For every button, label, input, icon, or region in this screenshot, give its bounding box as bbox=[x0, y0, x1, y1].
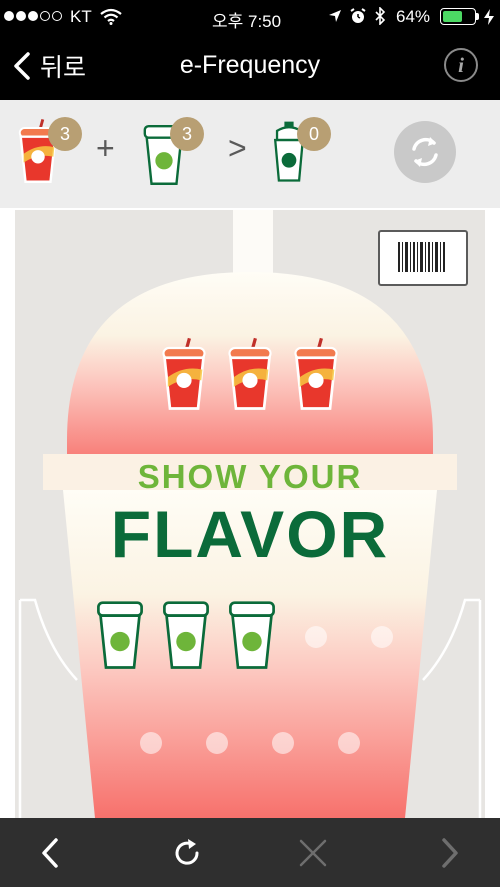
seasonal-stamp-icon bbox=[157, 330, 211, 420]
browser-toolbar bbox=[0, 818, 500, 887]
signal-dot-icon bbox=[16, 11, 26, 21]
seasonal-count-badge: 3 bbox=[48, 117, 82, 151]
progress-summary: 3 + 3 > 0 bbox=[0, 100, 500, 208]
refresh-button[interactable] bbox=[394, 121, 456, 183]
toolbar-forward-button[interactable] bbox=[415, 818, 485, 887]
regular-count-badge: 3 bbox=[170, 117, 204, 151]
empty-stamp-slot bbox=[305, 626, 327, 648]
toolbar-reload-button[interactable] bbox=[152, 818, 222, 887]
battery-icon bbox=[440, 8, 476, 25]
signal-dot-empty-icon bbox=[52, 11, 62, 21]
headline-show-your: SHOW YOUR bbox=[137, 458, 363, 495]
signal-dot-icon bbox=[4, 11, 14, 21]
carrier-label: KT bbox=[70, 7, 92, 26]
empty-stamp-slot bbox=[140, 732, 162, 754]
info-button[interactable]: i bbox=[444, 48, 478, 82]
signal-dot-empty-icon bbox=[40, 11, 50, 21]
barcode-button[interactable] bbox=[378, 230, 468, 286]
battery-percent: 64% bbox=[396, 7, 431, 26]
toolbar-stop-button[interactable] bbox=[278, 818, 348, 887]
reward-count-badge: 0 bbox=[297, 117, 331, 151]
location-arrow-icon bbox=[329, 10, 341, 22]
seasonal-stamp-icon bbox=[223, 330, 277, 420]
clock-time: 오후 7:50 bbox=[212, 12, 282, 31]
empty-stamp-slot bbox=[338, 732, 360, 754]
forward-arrow-icon bbox=[442, 837, 458, 868]
close-icon bbox=[299, 839, 327, 866]
battery-level-fill bbox=[443, 11, 462, 22]
signal-dot-icon bbox=[28, 11, 38, 21]
seasonal-stamp-icon bbox=[289, 330, 343, 420]
charging-bolt-icon bbox=[484, 9, 494, 25]
status-bar: KT 오후 7:50 64% bbox=[0, 0, 500, 33]
page-title: e-Frequency bbox=[179, 51, 321, 79]
regular-stamp-icon bbox=[159, 592, 213, 676]
greater-than-sign: > bbox=[228, 130, 247, 166]
info-icon: i bbox=[458, 53, 464, 77]
regular-stamp-icon bbox=[93, 592, 147, 676]
back-arrow-icon bbox=[42, 837, 58, 868]
refresh-icon bbox=[412, 137, 438, 167]
plus-sign: + bbox=[96, 130, 115, 166]
reload-icon bbox=[175, 838, 199, 865]
empty-stamp-slot bbox=[371, 626, 393, 648]
headline-flavor: FLAVOR bbox=[110, 497, 390, 571]
empty-stamp-slot bbox=[206, 732, 228, 754]
alarm-icon bbox=[350, 8, 366, 23]
barcode-icon bbox=[398, 242, 445, 272]
empty-stamp-slot bbox=[272, 732, 294, 754]
bluetooth-icon bbox=[375, 7, 386, 25]
toolbar-back-button[interactable] bbox=[15, 818, 85, 887]
navigation-bar: 뒤로 e-Frequency i bbox=[0, 33, 500, 100]
stamp-card: SHOW YOUR FLAVOR bbox=[15, 210, 485, 818]
regular-stamp-icon bbox=[225, 592, 279, 676]
wifi-icon bbox=[100, 8, 122, 25]
battery-tip bbox=[476, 13, 479, 20]
